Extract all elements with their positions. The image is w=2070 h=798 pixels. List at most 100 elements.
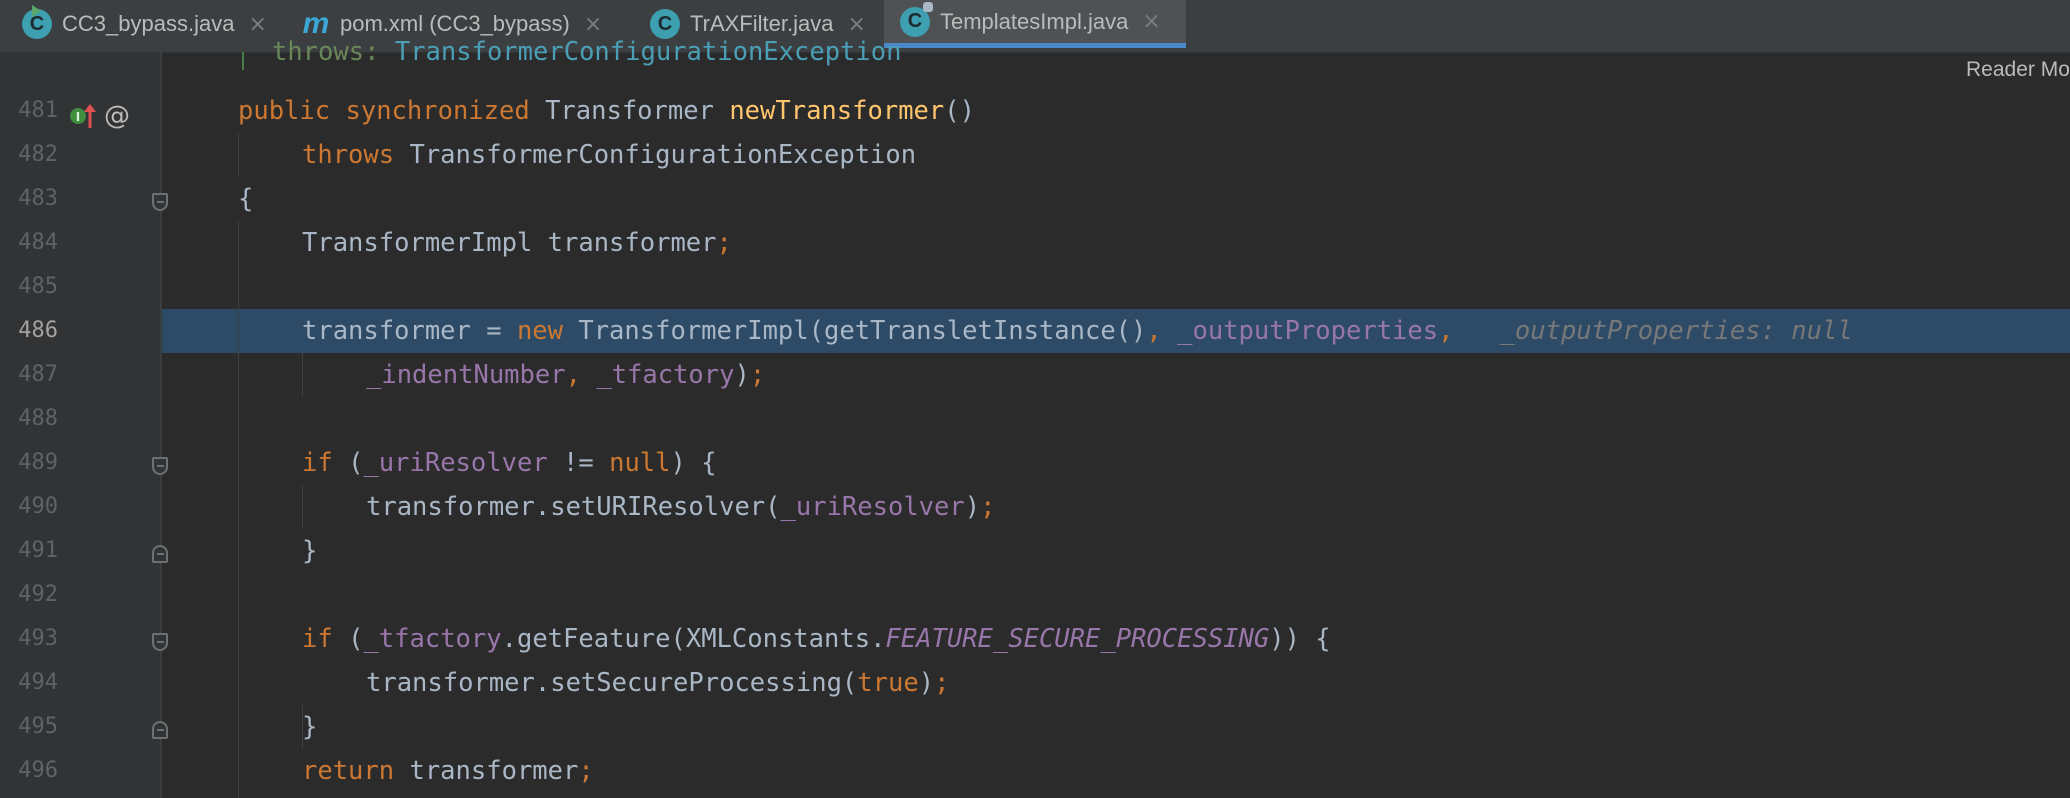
code-token: transformer.setURIResolver(	[366, 492, 781, 522]
code-line-490: transformer.setURIResolver(_uriResolver)…	[366, 485, 995, 529]
code-token: )	[964, 492, 981, 522]
code-token: TransformerConfigurationException	[394, 37, 902, 67]
code-token: Transformer	[529, 96, 730, 126]
code-editor[interactable]: throws: TransformerConfigurationExceptio…	[162, 37, 2070, 798]
code-token: ,	[565, 360, 597, 390]
code-token: ;	[980, 492, 996, 522]
code-line-484: TransformerImpl transformer;	[302, 221, 732, 265]
indent-guide	[302, 353, 303, 397]
code-token: _tfactory	[363, 624, 502, 654]
code-token: FEATURE_SECURE_PROCESSING	[885, 624, 1270, 654]
java-class-locked-icon: C	[900, 1, 933, 37]
line-number-current[interactable]: 486	[0, 309, 58, 353]
code-line-495: }	[302, 705, 317, 749]
java-class-run-icon: C	[22, 5, 52, 39]
code-token: (	[332, 448, 364, 478]
code-token: ) {	[670, 448, 717, 478]
indent-guide	[238, 221, 239, 798]
close-icon[interactable]: ×	[248, 12, 266, 37]
line-number[interactable]: 488	[0, 397, 58, 441]
code-token: ()	[944, 96, 975, 126]
line-number[interactable]: 484	[0, 221, 58, 265]
code-token: transformer.setSecureProcessing(	[366, 668, 858, 698]
ide-window: C CC3_bypass.java × m pom.xml (CC3_bypas…	[0, 0, 2070, 798]
code-token: null	[609, 448, 671, 478]
code-token: _indentNumber	[366, 360, 566, 390]
line-number[interactable]: 487	[0, 353, 58, 397]
line-number[interactable]: 492	[0, 573, 58, 617]
code-token: )) {	[1269, 624, 1331, 654]
code-line-496: return transformer;	[302, 749, 594, 793]
code-token: !=	[547, 448, 610, 478]
line-number[interactable]: 485	[0, 265, 58, 309]
line-number[interactable]: 496	[0, 749, 58, 793]
close-icon[interactable]: ×	[1142, 9, 1160, 34]
code-token: {	[238, 184, 254, 214]
code-line-489: if (_uriResolver != null) {	[302, 441, 717, 485]
code-token: }	[302, 536, 318, 566]
line-number[interactable]: 493	[0, 617, 58, 661]
code-token: true	[857, 668, 919, 698]
line-number[interactable]: 494	[0, 661, 58, 705]
line-number[interactable]: 491	[0, 529, 58, 573]
code-token: _uriResolver	[780, 492, 965, 522]
code-token: transformer =	[302, 316, 517, 346]
code-line-481: public synchronized Transformer newTrans…	[238, 89, 975, 133]
indent-guide	[242, 52, 244, 70]
code-token: _tfactory	[596, 360, 735, 390]
code-token: )	[734, 360, 750, 390]
svg-text:I: I	[76, 110, 80, 124]
code-token: (	[332, 624, 364, 654]
code-token: throws	[272, 37, 365, 67]
editor-gutter: 481 482 483 484 485 486 487 488 489 490 …	[0, 52, 162, 798]
code-token: synchronized	[345, 96, 530, 126]
line-number[interactable]: 495	[0, 705, 58, 749]
code-line-493: if (_tfactory.getFeature(XMLConstants.FE…	[302, 617, 1331, 661]
code-token: transformer	[394, 756, 579, 786]
code-token: new	[516, 316, 563, 346]
code-line-482: throws TransformerConfigurationException	[302, 133, 916, 177]
code-token: .getFeature(XMLConstants.	[501, 624, 886, 654]
code-token: }	[302, 712, 318, 742]
code-token: newTransformer	[729, 96, 945, 126]
line-number[interactable]: 489	[0, 441, 58, 485]
indent-guide	[238, 133, 239, 177]
code-line-494: transformer.setSecureProcessing(true);	[366, 661, 949, 705]
code-token: throws	[302, 140, 395, 170]
implements-method-icon[interactable]: I	[68, 102, 98, 132]
debugger-inline-value: _outputProperties: null	[1499, 316, 1853, 346]
line-number[interactable]: 481	[0, 89, 58, 133]
code-token: TransformerConfigurationException	[394, 140, 917, 170]
code-token: ;	[578, 756, 594, 786]
code-token: TransformerImpl transformer	[302, 228, 717, 258]
code-line-486: transformer = new TransformerImpl(getTra…	[302, 309, 1853, 353]
code-token: ;	[749, 360, 766, 390]
code-token: ;	[716, 228, 732, 258]
code-token: if	[302, 624, 333, 654]
code-token: ,	[1146, 316, 1178, 346]
code-token: public	[238, 96, 331, 126]
code-token: )	[918, 668, 935, 698]
annotation-at-icon[interactable]: @	[104, 94, 130, 138]
code-token: _outputProperties	[1177, 316, 1439, 346]
code-line-491: }	[302, 529, 317, 573]
tab-label: CC3_bypass.java	[62, 11, 235, 36]
code-line-487: _indentNumber, _tfactory);	[366, 353, 765, 397]
code-token: ;	[934, 668, 950, 698]
code-line-cut: throws: TransformerConfigurationExceptio…	[272, 37, 902, 67]
tab-templatesimpl[interactable]: C TemplatesImpl.java ×	[884, 0, 1186, 48]
tab-label: TemplatesImpl.java	[940, 8, 1129, 34]
code-token: _uriResolver	[363, 448, 548, 478]
line-number[interactable]: 490	[0, 485, 58, 529]
reader-mode-button[interactable]: Reader Mo	[1966, 58, 2070, 82]
code-token: return	[302, 756, 395, 786]
indent-guide	[302, 485, 303, 529]
tab-cc3-bypass[interactable]: C CC3_bypass.java ×	[0, 0, 284, 48]
code-token: if	[302, 448, 333, 478]
line-number[interactable]: 482	[0, 133, 58, 177]
line-number[interactable]: 483	[0, 177, 58, 221]
code-token: TransformerImpl(getTransletInstance()	[563, 316, 1147, 346]
code-line-483: {	[238, 177, 253, 221]
code-token: ,	[1438, 316, 1454, 346]
